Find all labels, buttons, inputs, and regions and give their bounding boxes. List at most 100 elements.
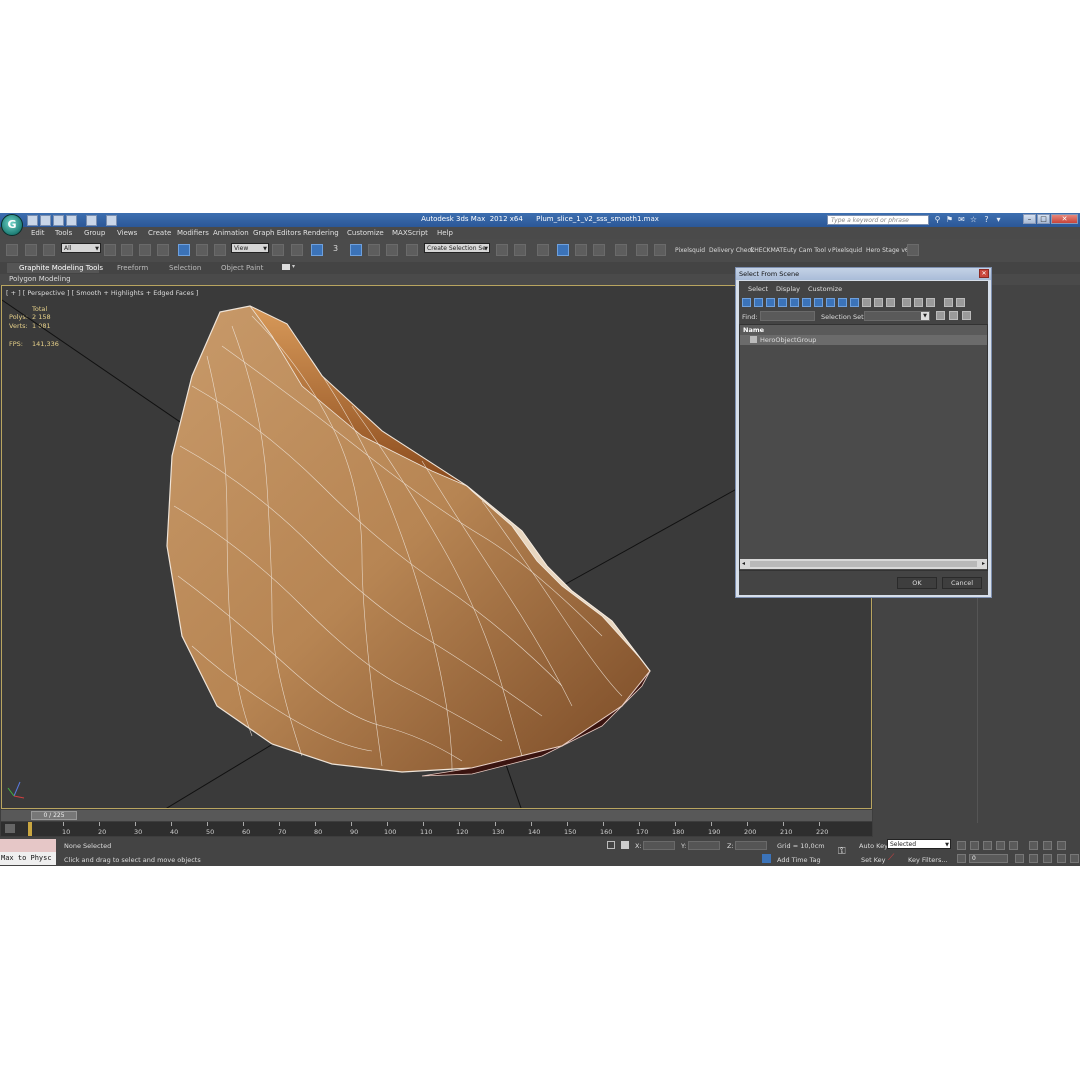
current-frame-field[interactable]: 0	[969, 854, 1008, 863]
material-editor-icon[interactable]	[615, 244, 627, 256]
maximize-button[interactable]: □	[1037, 214, 1050, 224]
curve-editor-icon[interactable]	[575, 244, 587, 256]
snaps-toggle-label[interactable]: 3	[333, 244, 338, 253]
application-menu-icon[interactable]: G	[1, 214, 23, 236]
binoculars-icon[interactable]: ⚲	[933, 215, 942, 224]
display-containers-icon[interactable]	[850, 298, 859, 307]
favorites-icon[interactable]: ☆	[969, 215, 978, 224]
y-coord-field[interactable]	[688, 841, 720, 850]
previous-frame-icon[interactable]	[970, 841, 979, 850]
key-mode-dropdown[interactable]: Selected ▼	[887, 839, 951, 849]
display-lights-icon[interactable]	[766, 298, 775, 307]
scrollbar-thumb[interactable]	[750, 561, 977, 567]
schematic-view-icon[interactable]	[593, 244, 605, 256]
render-icon[interactable]	[654, 244, 666, 256]
add-time-tag-button[interactable]: Add Time Tag	[777, 856, 821, 864]
next-frame-icon[interactable]	[996, 841, 1005, 850]
zoom-icon[interactable]	[1029, 841, 1038, 850]
selection-filter-dropdown[interactable]: All ▼	[61, 243, 101, 253]
bind-spacewarp-icon[interactable]	[43, 244, 55, 256]
track-bar[interactable]: 10 20 30 40 50 60 70 80 90 100 110 120 1…	[1, 822, 872, 836]
menu-edit[interactable]: Edit	[31, 229, 45, 237]
minimize-button[interactable]: –	[1023, 214, 1036, 224]
time-tag-icon[interactable]	[762, 854, 771, 863]
time-slider-handle[interactable]: 0 / 225	[31, 811, 77, 820]
scroll-left-icon[interactable]: ◂	[742, 560, 745, 567]
mini-curve-editor-icon[interactable]	[5, 824, 15, 833]
display-all-icon[interactable]	[886, 298, 895, 307]
time-slider[interactable]: 0 / 225	[1, 810, 872, 821]
select-and-rotate-icon[interactable]	[196, 244, 208, 256]
add-selection-set-icon[interactable]	[936, 311, 945, 320]
subscription-icon[interactable]: ⚑	[945, 215, 954, 224]
display-hidden-icon[interactable]	[874, 298, 883, 307]
display-shapes-icon[interactable]	[754, 298, 763, 307]
plugin-delivery-check[interactable]: Delivery Check	[709, 247, 754, 254]
scroll-right-icon[interactable]: ▸	[982, 560, 985, 567]
percent-snap-icon[interactable]	[368, 244, 380, 256]
reference-coordinate-dropdown[interactable]: View ▼	[231, 243, 269, 253]
select-by-name-icon[interactable]	[121, 244, 133, 256]
teapot-icon[interactable]	[907, 244, 919, 256]
find-input[interactable]	[760, 311, 815, 321]
display-groups-icon[interactable]	[814, 298, 823, 307]
communication-icon[interactable]: ✉	[957, 215, 966, 224]
display-helpers-icon[interactable]	[790, 298, 799, 307]
menu-help[interactable]: Help	[437, 229, 453, 237]
pan-view-icon[interactable]	[1043, 854, 1052, 863]
display-frozen-icon[interactable]	[862, 298, 871, 307]
select-invert-icon[interactable]	[926, 298, 935, 307]
horizontal-scrollbar[interactable]: ◂ ▸	[740, 559, 987, 569]
scene-object-list[interactable]: Name HeroObjectGroup ◂ ▸	[739, 324, 988, 571]
go-to-start-icon[interactable]	[957, 841, 966, 850]
menu-customize[interactable]: Customize	[347, 229, 384, 237]
cancel-button[interactable]: Cancel	[942, 577, 982, 589]
polygon-modeling-label[interactable]: Polygon Modeling	[9, 275, 71, 283]
help-dropdown-icon[interactable]: ▾	[994, 215, 1003, 224]
selection-set-dropdown[interactable]: ▼	[864, 311, 930, 321]
tab-object-paint[interactable]: Object Paint	[221, 263, 263, 273]
menu-create[interactable]: Create	[148, 229, 171, 237]
tab-selection[interactable]: Selection	[169, 263, 201, 273]
dialog-menu-display[interactable]: Display	[776, 285, 800, 293]
column-header-name[interactable]: Name	[740, 325, 987, 335]
link-icon[interactable]	[6, 244, 18, 256]
menu-group[interactable]: Group	[84, 229, 105, 237]
close-button[interactable]: ✕	[1051, 214, 1078, 224]
edit-named-selection-icon[interactable]	[406, 244, 418, 256]
select-and-scale-icon[interactable]	[214, 244, 226, 256]
help-icon[interactable]: ?	[982, 215, 991, 224]
key-filters-button[interactable]: Key Filters...	[908, 856, 948, 864]
menu-graph-editors[interactable]: Graph Editors	[253, 229, 301, 237]
edit-selection-set-icon[interactable]	[962, 311, 971, 320]
menu-rendering[interactable]: Rendering	[303, 229, 339, 237]
maxscript-output-line[interactable]	[0, 839, 56, 852]
plugin-pixelsquid-2[interactable]: Pixelsquid	[832, 247, 862, 254]
search-input[interactable]: Type a keyword or phrase	[827, 215, 929, 225]
dialog-menu-select[interactable]: Select	[748, 285, 768, 293]
go-to-end-icon[interactable]	[1009, 841, 1018, 850]
display-xrefs-icon[interactable]	[826, 298, 835, 307]
keyboard-shortcut-toggle-icon[interactable]	[311, 244, 323, 256]
window-crossing-icon[interactable]	[157, 244, 169, 256]
align-icon[interactable]	[514, 244, 526, 256]
filter-options-icon[interactable]	[956, 298, 965, 307]
maximize-viewport-icon[interactable]	[1070, 854, 1079, 863]
plugin-cam-tool[interactable]: uty Cam Tool v	[787, 247, 831, 254]
new-file-icon[interactable]	[27, 215, 38, 226]
plum-slice-mesh[interactable]	[166, 305, 651, 773]
select-none-icon[interactable]	[914, 298, 923, 307]
tab-freeform[interactable]: Freeform	[117, 263, 148, 273]
tab-graphite-modeling-tools[interactable]: Graphite Modeling Tools	[7, 263, 103, 273]
render-setup-icon[interactable]	[636, 244, 648, 256]
display-geometry-icon[interactable]	[742, 298, 751, 307]
redo-icon[interactable]	[86, 215, 97, 226]
menu-animation[interactable]: Animation	[213, 229, 249, 237]
dialog-menu-customize[interactable]: Customize	[808, 285, 842, 293]
filter-icon[interactable]	[944, 298, 953, 307]
time-configuration-icon[interactable]	[1015, 854, 1024, 863]
spinner-snap-icon[interactable]	[386, 244, 398, 256]
display-bones-icon[interactable]	[838, 298, 847, 307]
angle-snap-icon[interactable]	[350, 244, 362, 256]
maxscript-input-line[interactable]: Max to Physc	[1, 854, 52, 862]
